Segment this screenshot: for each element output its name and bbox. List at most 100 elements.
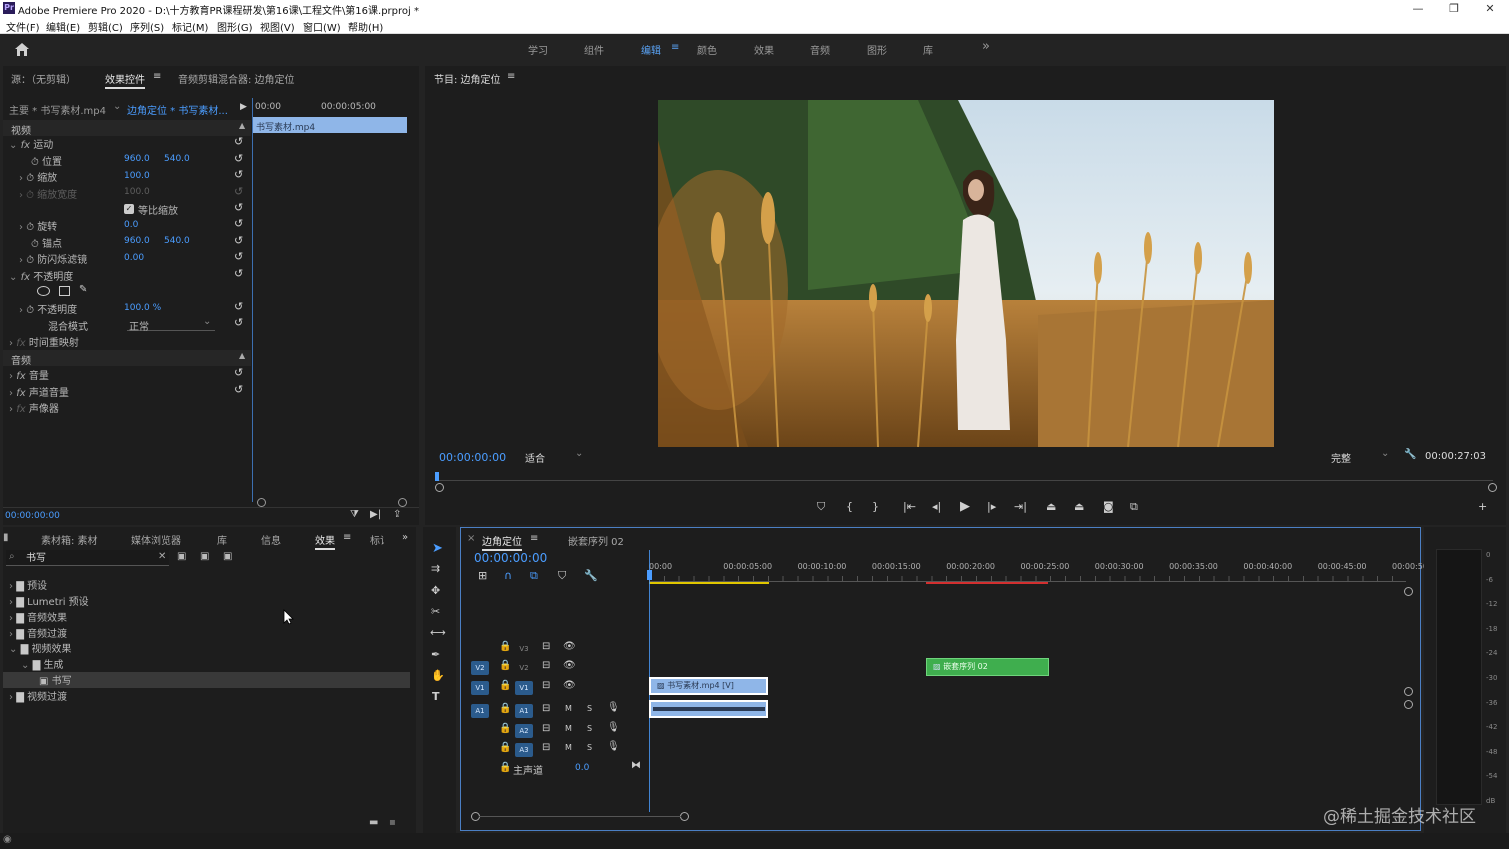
type-tool-icon[interactable]: T [432,690,440,703]
timeline-menu-icon[interactable]: ≡ [530,533,538,544]
sync-lock-icon[interactable]: ⊟ [542,680,550,691]
menu-file[interactable]: 文件(F) [6,19,40,34]
effect-controls-menu-icon[interactable]: ≡ [153,71,161,82]
lock-icon[interactable]: 🔒 [499,742,511,753]
home-icon[interactable] [14,42,30,57]
menu-window[interactable]: 窗口(W) [303,19,341,34]
lock-icon[interactable]: 🔒 [499,680,511,691]
reset-scale-icon[interactable]: ↺ [234,168,243,181]
sync-lock-icon[interactable]: ⊟ [542,742,550,753]
source-patch-toggle[interactable]: V2 [471,661,489,675]
tree-item[interactable]: › ▇ 音频过渡 [9,625,67,641]
vertical-zoom-handle-mid[interactable] [1404,687,1413,696]
play-only-audio-icon[interactable]: ▶| [370,509,381,525]
ellipse-mask-icon[interactable] [37,286,50,296]
menu-clip[interactable]: 剪辑(C) [88,19,123,34]
tree-item[interactable]: ▣ 书写 [3,672,410,688]
position-y-value[interactable]: 540.0 [164,154,190,170]
source-patch-toggle[interactable] [471,642,489,656]
workspace-graphics[interactable]: 图形 [867,42,887,57]
tree-item[interactable]: › ▇ Lumetri 预设 [9,593,89,609]
sync-lock-icon[interactable]: ⊟ [542,723,550,734]
razor-tool-icon[interactable]: ✂ [431,605,440,618]
sequence-clip-selector[interactable]: 边角定位 * 书写素材... [127,102,228,118]
scale-value[interactable]: 100.0 [124,171,150,187]
track-target-toggle[interactable]: A3 [515,743,533,757]
volume-row[interactable]: › fx 音量 [9,367,49,383]
program-zoom-handle-right[interactable] [1488,483,1497,492]
track-target-toggle[interactable]: A1 [515,704,533,718]
reset-volume-icon[interactable]: ↺ [234,366,243,379]
track-target-toggle[interactable]: V2 [515,661,533,675]
zoom-handle-left[interactable] [257,498,266,507]
lift-button[interactable]: ⏏ [1046,500,1056,513]
reset-blend-icon[interactable]: ↺ [234,316,243,329]
program-menu-icon[interactable]: ≡ [507,71,515,82]
pen-mask-icon[interactable]: ✎ [79,284,87,300]
timeline-timecode[interactable]: 00:00:00:00 [474,551,547,567]
workspace-audio[interactable]: 音频 [810,42,830,57]
timeline-ruler[interactable]: 00:00 00:00:05:00 00:00:10:00 00:00:15:00 00… [649,560,1431,584]
voice-over-record-icon[interactable]: 🎙 [607,741,620,752]
tab-nested-sequence[interactable]: 嵌套序列 02 [568,533,624,548]
nested-sequence-clip[interactable]: ▨ 嵌套序列 02 [926,658,1049,676]
tab-media-browser[interactable]: 媒体浏览器 [131,532,181,547]
mark-out-button[interactable]: } [872,500,879,513]
tab-bin[interactable]: 素材箱: 素材 [41,532,98,547]
rectangle-mask-icon[interactable] [59,286,70,296]
workspace-effects[interactable]: 效果 [754,42,774,57]
button-editor-plus-icon[interactable]: + [1478,500,1487,513]
go-to-in-button[interactable]: |⇤ [903,500,916,513]
lock-icon[interactable]: 🔒 [499,660,511,671]
solo-button[interactable]: S [587,743,592,752]
tab-corner-pin-sequence[interactable]: 边角定位 [482,533,522,551]
effects-menu-icon[interactable]: ≡ [343,532,351,543]
chevron-down-icon[interactable]: ⌄ [113,101,121,117]
close-tab-icon[interactable]: × [467,533,475,544]
zoom-select[interactable]: 适合 ⌄ [525,448,585,465]
sync-lock-icon[interactable]: ⊟ [542,641,550,652]
vertical-zoom-handle-top[interactable] [1404,587,1413,596]
minimize-button[interactable]: — [1400,0,1436,18]
hand-tool-icon[interactable]: ✋ [431,669,445,682]
tree-item[interactable]: › ▇ 音频效果 [9,609,67,625]
tab-source[interactable]: 源：（无剪辑） [11,71,76,86]
snap-icon[interactable]: ∩ [504,569,512,582]
slip-tool-icon[interactable]: ⟷ [430,626,446,639]
blend-mode-select[interactable]: 正常 ⌄ [127,316,215,333]
uniform-scale-checkbox[interactable]: ✓ [124,204,134,214]
sync-lock-icon[interactable]: ⊟ [542,660,550,671]
horizontal-scrollbar[interactable] [479,816,681,817]
mark-in-button[interactable]: { [846,500,853,513]
add-marker-icon[interactable]: ⛉ [558,569,566,583]
audio-clip[interactable] [649,700,768,718]
tab-audio-clip-mixer[interactable]: 音频剪辑混合器: 边角定位 [178,71,295,86]
comparison-view-button[interactable]: ⧉ [1130,500,1138,514]
source-patch-toggle[interactable]: A1 [471,704,489,718]
tab-info[interactable]: 信息 [261,532,281,547]
export-icon[interactable]: ⇪ [393,509,401,525]
new-bin-icon[interactable]: ▬ [369,817,378,833]
eye-icon[interactable]: 👁 [563,680,576,691]
eye-icon[interactable]: 👁 [563,641,576,652]
channel-volume-row[interactable]: › fx 声道音量 [9,384,69,400]
workspace-assembly[interactable]: 组件 [584,42,604,57]
mute-button[interactable]: M [565,704,572,713]
workspace-menu-icon[interactable]: ≡ [671,42,679,53]
ripple-edit-tool-icon[interactable]: ✥ [431,584,440,597]
lock-icon[interactable]: 🔒 [499,703,511,714]
filter-icon[interactable]: ⧩ [350,509,359,525]
menu-markers[interactable]: 标记(M) [172,19,208,34]
eye-icon[interactable]: 👁 [563,660,576,671]
audio-zoom-handle[interactable] [1404,700,1413,709]
reset-channel-volume-icon[interactable]: ↺ [234,383,243,396]
tab-markers[interactable]: 标记 [370,532,384,547]
go-to-out-button[interactable]: ⇥| [1014,500,1027,513]
mute-button[interactable]: M [565,743,572,752]
selection-tool-icon[interactable]: ➤ [432,541,443,556]
workspace-libraries[interactable]: 库 [923,42,933,57]
extract-button[interactable]: ⏏ [1074,500,1084,513]
stopwatch-icon[interactable]: ⏱ [31,239,39,250]
track-select-tool-icon[interactable]: ⇉ [431,562,440,575]
menu-graphics[interactable]: 图形(G) [217,19,253,34]
